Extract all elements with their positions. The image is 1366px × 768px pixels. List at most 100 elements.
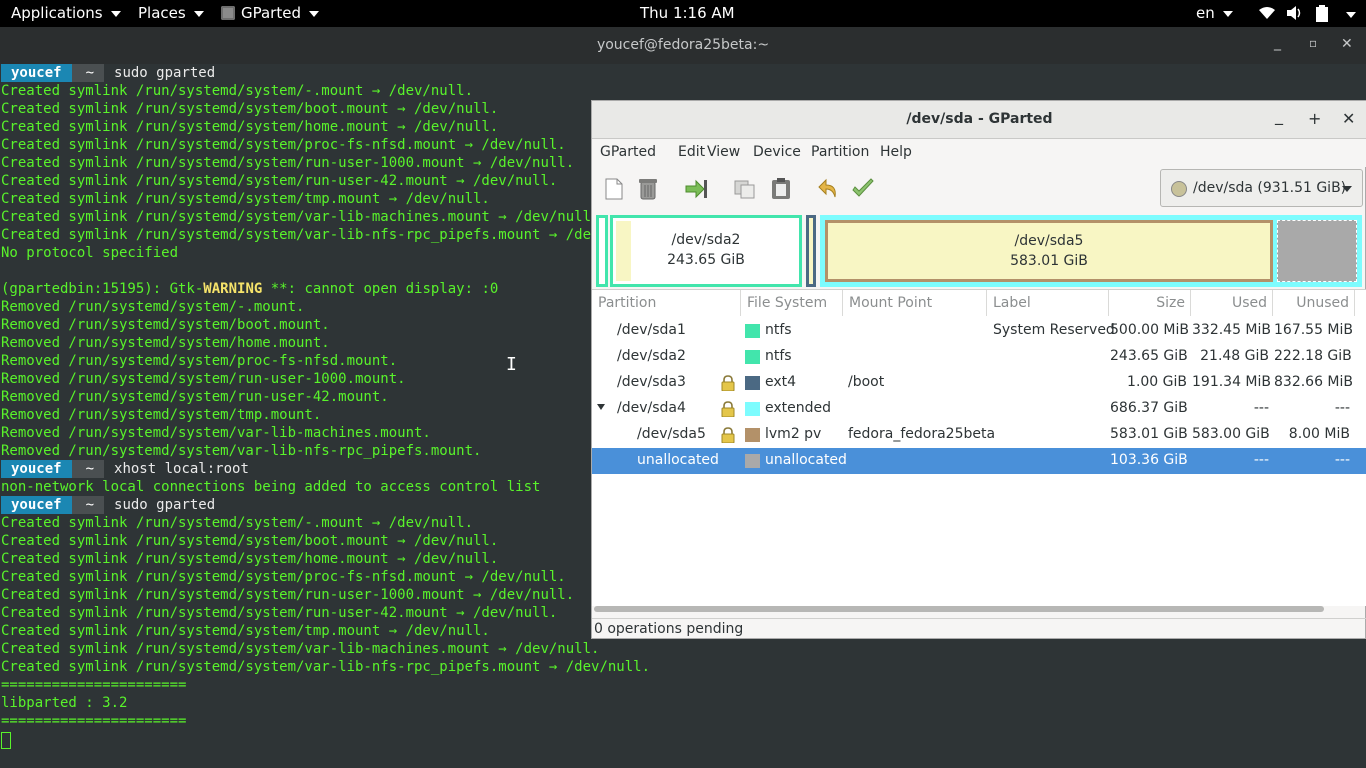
prompt-command: sudo gparted	[114, 65, 216, 81]
gparted-window: /dev/sda - GParted _ + ✕ GParted Edit Vi…	[591, 100, 1366, 639]
terminal-title: youcef@fedora25beta:~	[596, 37, 770, 53]
terminal-line: Created symlink /run/systemd/system/boot…	[1, 101, 499, 117]
partition-size: 583.01 GiB	[1110, 426, 1188, 442]
mount-point: fedora_fedora25beta	[848, 426, 996, 442]
prompt-command: sudo gparted	[114, 497, 216, 513]
partition-row[interactable]: /dev/sda4 extended 686.37 GiB --- ---	[592, 396, 1366, 422]
lock-icon	[721, 427, 735, 443]
col-mountpoint[interactable]: Mount Point	[843, 290, 987, 316]
warning-part-a: (gpartedbin:15195): Gtk-	[1, 281, 204, 297]
col-size[interactable]: Size	[1109, 290, 1191, 316]
partition-row[interactable]: /dev/sda2 ntfs 243.65 GiB 21.48 GiB 222.18 G…	[592, 344, 1366, 370]
map-sda1[interactable]	[596, 215, 608, 287]
battery-icon[interactable]	[1316, 5, 1328, 22]
new-partition-icon[interactable]	[602, 177, 626, 201]
paste-icon[interactable]	[769, 177, 793, 201]
filesystem: extended	[765, 400, 832, 416]
filesystem: ntfs	[765, 322, 792, 338]
partition-row[interactable]: /dev/sda5 lvm2 pv fedora_fedora25beta 583.0…	[592, 422, 1366, 448]
undo-icon[interactable]	[817, 177, 841, 201]
partition-unused: 832.66 MiB	[1274, 374, 1354, 390]
places-label: Places	[138, 4, 186, 22]
delete-icon[interactable]	[636, 177, 660, 201]
col-unused[interactable]: Unused	[1273, 290, 1355, 316]
maximize-button[interactable]: +	[1308, 109, 1321, 128]
map-sda3[interactable]	[806, 215, 816, 287]
lock-icon	[721, 401, 735, 417]
expander-icon[interactable]	[597, 404, 605, 410]
terminal-line: non-network local connections being adde…	[1, 479, 541, 495]
minimize-button[interactable]: _	[1274, 35, 1281, 51]
wifi-icon[interactable]	[1258, 6, 1276, 20]
col-label[interactable]: Label	[987, 290, 1109, 316]
prompt-dir: ~	[71, 496, 105, 514]
gparted-titlebar[interactable]: /dev/sda - GParted _ + ✕	[592, 101, 1366, 139]
language-label: en	[1196, 4, 1215, 22]
menu-view[interactable]: View	[707, 144, 740, 160]
partition-row[interactable]: /dev/sda1 ntfs System Reserved 500.00 MiB 33…	[592, 318, 1366, 344]
terminal-cursor	[1, 732, 11, 749]
partition-size: 103.36 GiB	[1110, 452, 1188, 468]
map-sda2[interactable]: /dev/sda2 243.65 GiB	[610, 215, 802, 287]
map-unallocated[interactable]	[1277, 220, 1357, 282]
places-menu[interactable]: Places	[138, 4, 204, 22]
col-used[interactable]: Used	[1191, 290, 1273, 316]
status-bar: 0 operations pending	[592, 618, 1366, 641]
menu-edit[interactable]: Edit	[678, 144, 705, 160]
menu-bar: GParted Edit View Device Partition Help	[592, 139, 1366, 167]
resize-move-icon[interactable]	[684, 177, 708, 201]
maximize-button[interactable]: ▫	[1309, 36, 1317, 50]
menu-gparted[interactable]: GParted	[600, 144, 656, 160]
terminal-line: Removed /run/systemd/system/run-user-42.…	[1, 389, 389, 405]
menu-partition[interactable]: Partition	[811, 144, 869, 160]
menu-device[interactable]: Device	[753, 144, 801, 160]
col-flags[interactable]	[1355, 290, 1366, 316]
chevron-down-icon	[309, 10, 319, 17]
col-partition[interactable]: Partition	[592, 290, 741, 316]
close-button[interactable]: ✕	[1342, 109, 1355, 128]
close-button[interactable]: ✕	[1341, 36, 1353, 52]
filesystem-color-swatch	[745, 454, 760, 468]
chevron-down-icon	[193, 10, 204, 17]
terminal-line: Created symlink /run/systemd/system/var-…	[1, 227, 651, 243]
map-sda2-used	[616, 221, 631, 281]
horizontal-scrollbar[interactable]	[594, 606, 1324, 612]
prompt-user: youcef	[1, 496, 72, 514]
applications-menu[interactable]: Applications	[11, 4, 121, 22]
window-title: /dev/sda - GParted	[906, 111, 1053, 127]
partition-name: /dev/sda2	[617, 348, 686, 364]
system-menu[interactable]	[1338, 5, 1356, 23]
partition-row[interactable]: /dev/sda3 ext4/boot 1.00 GiB 191.34 MiB 832.…	[592, 370, 1366, 396]
clock[interactable]: Thu 1:16 AM	[640, 4, 735, 22]
map-sda4-extended[interactable]: /dev/sda5 583.01 GiB	[820, 215, 1362, 287]
terminal-line: Removed /run/systemd/system/proc-fs-nfsd…	[1, 353, 398, 369]
app-menu[interactable]: GParted	[221, 4, 319, 22]
language-menu[interactable]: en	[1196, 4, 1233, 22]
partition-unused: 222.18 GiB	[1274, 348, 1352, 364]
partition-used: 332.45 MiB	[1192, 322, 1272, 338]
partition-table: Partition File System Mount Point Label …	[592, 289, 1366, 606]
menu-help[interactable]: Help	[880, 144, 912, 160]
partition-row[interactable]: unallocated unallocated 103.36 GiB --- ---	[592, 448, 1366, 474]
device-selector[interactable]: /dev/sda (931.51 GiB)	[1160, 169, 1363, 207]
apply-check-icon[interactable]	[851, 177, 875, 201]
chevron-down-icon	[110, 10, 121, 17]
terminal-line: Created symlink /run/systemd/system/run-…	[1, 155, 575, 171]
minimize-button[interactable]: _	[1275, 106, 1283, 125]
copy-icon[interactable]	[733, 177, 757, 201]
map-sda5-size: 583.01 GiB	[1010, 253, 1088, 269]
filesystem-color-swatch	[745, 324, 760, 338]
col-filesystem[interactable]: File System	[741, 290, 843, 316]
prompt-dir: ~	[71, 64, 105, 82]
terminal-titlebar[interactable]: youcef@fedora25beta:~ _ ▫ ✕	[0, 27, 1366, 63]
partition-size: 686.37 GiB	[1110, 400, 1188, 416]
prompt-user: youcef	[1, 64, 72, 82]
partition-used: 583.00 GiB	[1192, 426, 1270, 442]
volume-icon[interactable]	[1286, 5, 1302, 21]
terminal-line: Created symlink /run/systemd/system/proc…	[1, 569, 566, 585]
filesystem: ext4	[765, 374, 797, 390]
terminal-line: Created symlink /run/systemd/system/var-…	[1, 209, 600, 225]
filesystem: unallocated	[765, 452, 847, 468]
terminal-line: No protocol specified	[1, 245, 179, 261]
map-sda5[interactable]: /dev/sda5 583.01 GiB	[825, 220, 1273, 282]
